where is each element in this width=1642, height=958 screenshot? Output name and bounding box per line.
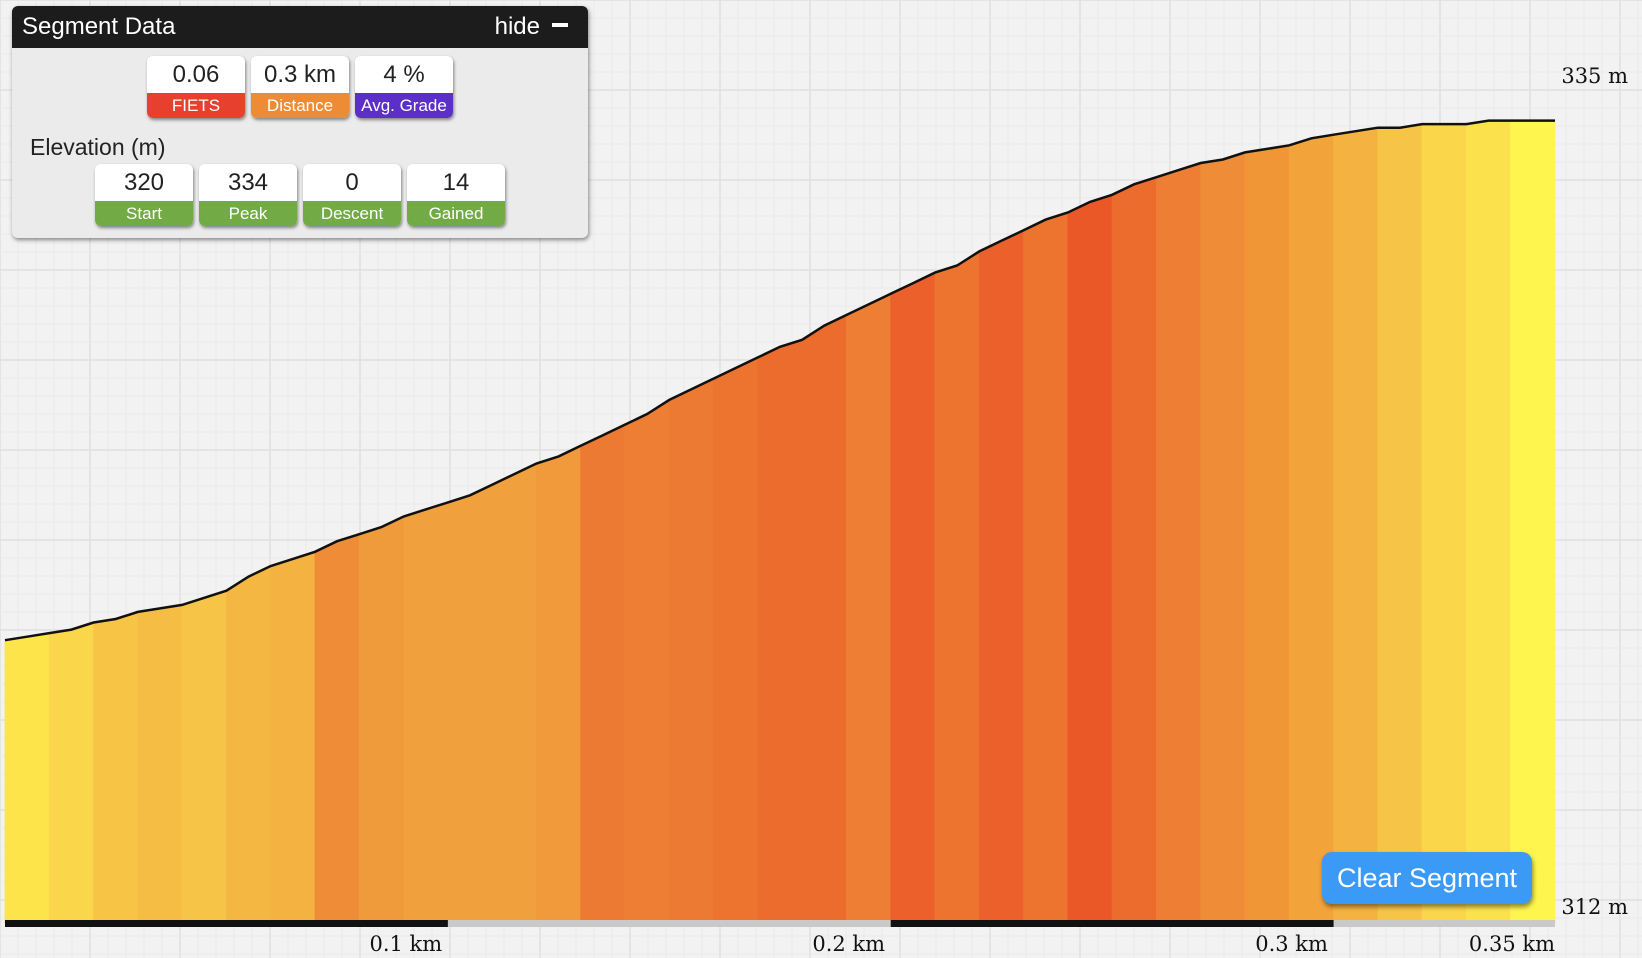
grade-band [1111, 176, 1157, 924]
grade-band [1333, 127, 1379, 924]
panel-header: Segment Data hide [12, 6, 588, 48]
stat-label: FIETS [147, 93, 245, 118]
stat-value: 320 [123, 168, 165, 196]
grade-band [934, 250, 980, 924]
stat-label: Gained [407, 201, 505, 226]
stat-value: 334 [227, 168, 269, 196]
stat-value: 4 % [383, 60, 425, 88]
grade-band [1288, 134, 1334, 924]
grade-band [93, 611, 139, 924]
grade-band [536, 445, 582, 924]
grade-band [314, 533, 360, 924]
grade-band [624, 399, 670, 924]
grade-band [1067, 194, 1113, 924]
grade-band [890, 271, 936, 924]
grade-band [580, 423, 626, 924]
grade-band [1200, 151, 1246, 924]
grade-band [491, 462, 537, 924]
selected-range [5, 920, 448, 927]
stat-card-avg-grade: 4 % Avg. Grade [355, 56, 453, 118]
grade-band [978, 229, 1024, 924]
x-tick-label: 0.35 km [1469, 932, 1555, 956]
grade-band [1421, 123, 1467, 924]
x-tick-label: 0.1 km [369, 932, 442, 956]
grade-band [270, 551, 316, 924]
stat-value: 0.3 km [263, 60, 337, 88]
stat-card-gained: 14 Gained [407, 164, 505, 226]
stat-label: Descent [303, 201, 401, 226]
segment-data-panel: Segment Data hide 0.06 FIETS 0.3 km Dist… [12, 6, 588, 238]
y-tick-label-bottom: 312 m [1561, 895, 1628, 919]
stat-card-fiets: 0.06 FIETS [147, 56, 245, 118]
stat-label: Avg. Grade [355, 93, 453, 118]
grade-band [4, 632, 50, 924]
grade-band [801, 314, 847, 924]
selected-range [890, 920, 1334, 927]
grade-band [713, 356, 759, 924]
stat-label: Distance [251, 93, 349, 118]
grade-band [668, 377, 714, 924]
clear-segment-button[interactable]: Clear Segment [1322, 852, 1532, 904]
stat-card-descent: 0 Descent [303, 164, 401, 226]
grade-band [48, 621, 94, 924]
y-axis-ticks: 335 m 312 m [1561, 64, 1628, 919]
grade-band [1510, 120, 1556, 924]
grade-band [447, 484, 493, 924]
elevation-heading: Elevation (m) [30, 134, 166, 160]
hide-button[interactable]: hide [495, 13, 568, 41]
grade-band [1244, 144, 1290, 924]
grade-band [1023, 211, 1069, 924]
stat-card-distance: 0.3 km Distance [251, 56, 349, 118]
grade-band [1156, 162, 1202, 924]
stat-label: Peak [199, 201, 297, 226]
x-tick-label: 0.3 km [1255, 932, 1328, 956]
grade-band [403, 501, 449, 924]
stat-card-peak: 334 Peak [199, 164, 297, 226]
stat-value: 0.06 [172, 60, 220, 88]
x-tick-label: 0.2 km [812, 932, 885, 956]
elevation-stats: 320 Start 334 Peak 0 Descent 14 Gained [95, 164, 511, 226]
y-tick-label-top: 335 m [1561, 64, 1628, 88]
grade-band [225, 565, 272, 924]
grade-band [137, 604, 183, 924]
grade-band [846, 293, 892, 924]
panel-title: Segment Data [22, 13, 176, 40]
grade-band [1377, 123, 1423, 924]
stat-card-start: 320 Start [95, 164, 193, 226]
stat-label: Start [95, 201, 193, 226]
grade-band [181, 590, 227, 924]
minus-icon [552, 23, 568, 27]
summary-stats: 0.06 FIETS 0.3 km Distance 4 % Avg. Grad… [147, 56, 459, 118]
grade-band [757, 339, 803, 924]
hide-label: hide [494, 13, 540, 40]
stat-value: 0 [345, 168, 359, 196]
stat-value: 14 [442, 168, 470, 196]
grade-band [358, 515, 405, 924]
grade-band [1466, 120, 1512, 924]
